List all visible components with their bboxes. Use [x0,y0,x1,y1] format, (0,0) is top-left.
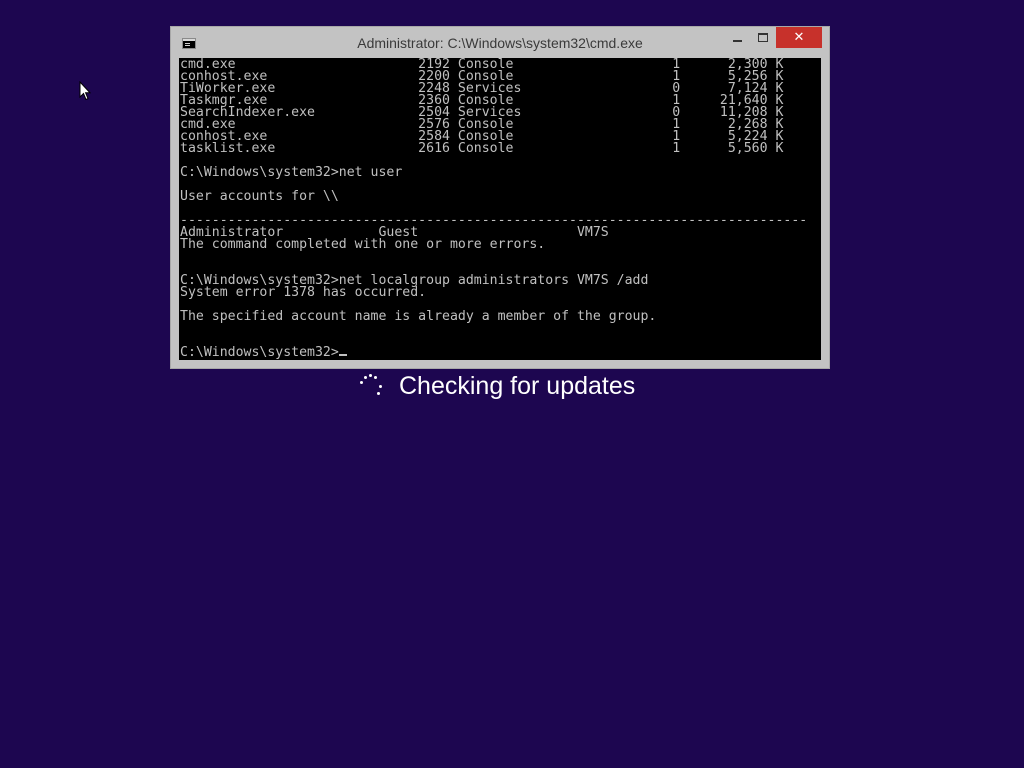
console-text: cmd.exe 2192 Console 1 2,300 K conhost.e… [180,58,808,360]
update-status: Checking for updates [355,368,635,404]
maximize-icon [758,33,768,42]
console-output[interactable]: cmd.exe 2192 Console 1 2,300 K conhost.e… [179,58,821,360]
minimize-button[interactable] [724,27,750,48]
cmd-window[interactable]: Administrator: C:\Windows\system32\cmd.e… [170,26,830,369]
close-button[interactable]: ✕ [776,27,822,48]
loading-spinner-icon [355,371,385,401]
text-cursor [338,354,347,356]
minimize-icon [732,39,742,42]
desktop: Administrator: C:\Windows\system32\cmd.e… [0,0,1024,768]
title-bar[interactable]: Administrator: C:\Windows\system32\cmd.e… [171,27,829,58]
mouse-pointer-icon [79,81,91,101]
close-icon: ✕ [793,30,805,45]
maximize-button[interactable] [750,27,776,48]
update-status-label: Checking for updates [399,371,636,400]
